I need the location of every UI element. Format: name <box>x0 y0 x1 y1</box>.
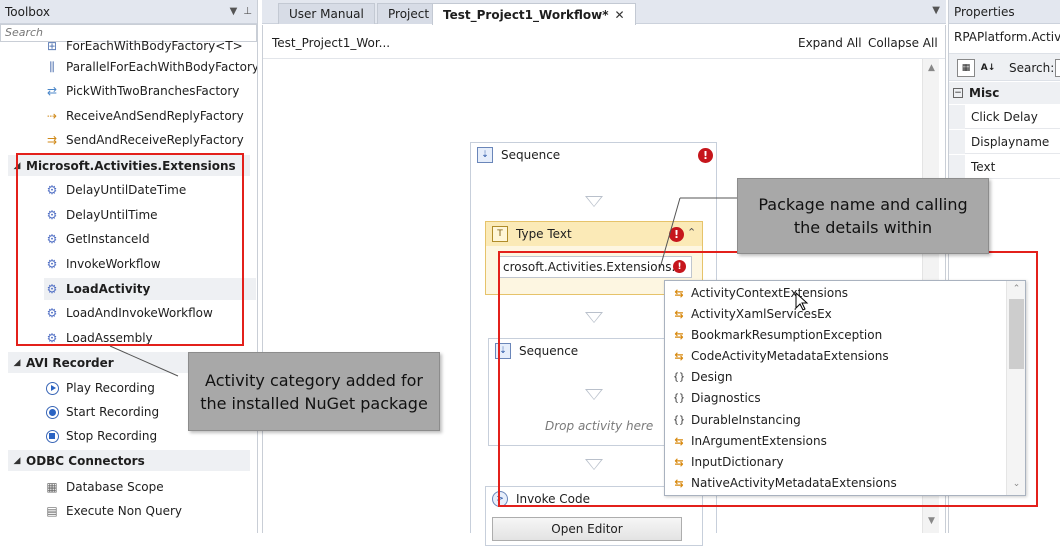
callout-category: Activity category added for the installe… <box>188 352 440 431</box>
callout-package: Package name and calling the details wit… <box>737 178 989 254</box>
callout-connectors <box>109 197 737 377</box>
